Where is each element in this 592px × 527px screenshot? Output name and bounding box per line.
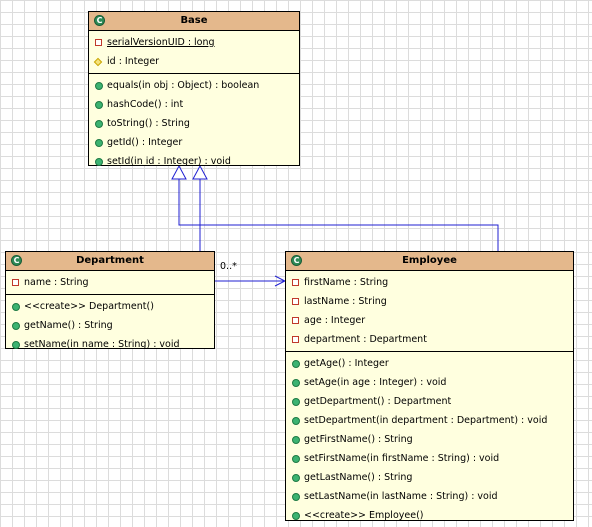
association-multiplicity: 0..* — [220, 261, 237, 272]
class-department[interactable]: C Department name : String <<create>> De… — [5, 251, 215, 350]
public-visibility-icon — [95, 120, 103, 128]
attribute-department[interactable]: department : Department — [286, 330, 573, 349]
operation-setfirstname[interactable]: setFirstName(in firstName : String) : vo… — [286, 449, 573, 468]
public-visibility-icon — [12, 341, 20, 349]
operation-getname[interactable]: getName() : String — [6, 316, 214, 335]
generalization-employee-base — [178, 178, 499, 251]
operation-setage[interactable]: setAge(in age : Integer) : void — [286, 373, 573, 392]
private-visibility-icon — [292, 298, 299, 305]
attribute-serialversionuid[interactable]: serialVersionUID : long — [89, 33, 299, 52]
class-header-department: C Department — [6, 252, 214, 271]
private-visibility-icon — [292, 279, 299, 286]
public-visibility-icon — [12, 303, 20, 311]
attribute-name[interactable]: name : String — [6, 273, 214, 292]
attribute-lastname[interactable]: lastName : String — [286, 292, 573, 311]
private-visibility-icon — [292, 317, 299, 324]
public-visibility-icon — [95, 101, 103, 109]
public-visibility-icon — [12, 322, 20, 330]
public-visibility-icon — [292, 436, 300, 444]
operation-hashcode[interactable]: hashCode() : int — [89, 95, 299, 114]
public-visibility-icon — [292, 360, 300, 368]
public-visibility-icon — [95, 82, 103, 90]
operation-setid[interactable]: setId(in id : Integer) : void — [89, 152, 299, 171]
operation-getdepartment[interactable]: getDepartment() : Department — [286, 392, 573, 411]
public-visibility-icon — [292, 512, 300, 520]
public-visibility-icon — [292, 398, 300, 406]
private-visibility-icon — [292, 336, 299, 343]
operation-create-employee[interactable]: <<create>> Employee() — [286, 506, 573, 525]
attribute-age[interactable]: age : Integer — [286, 311, 573, 330]
protected-visibility-icon — [93, 57, 103, 67]
operation-equals[interactable]: equals(in obj : Object) : boolean — [89, 76, 299, 95]
public-visibility-icon — [95, 139, 103, 147]
class-icon: C — [94, 15, 105, 26]
class-icon: C — [291, 255, 302, 266]
class-name: Base — [180, 15, 208, 26]
attribute-firstname[interactable]: firstName : String — [286, 273, 573, 292]
operations-section: <<create>> Department() getName() : Stri… — [6, 295, 214, 356]
attribute-id[interactable]: id : Integer — [89, 52, 299, 71]
class-employee[interactable]: C Employee firstName : String lastName :… — [285, 251, 574, 521]
attributes-section: firstName : String lastName : String age… — [286, 271, 573, 352]
operation-setlastname[interactable]: setLastName(in lastName : String) : void — [286, 487, 573, 506]
class-header-employee: C Employee — [286, 252, 573, 271]
public-visibility-icon — [292, 474, 300, 482]
operation-setname[interactable]: setName(in name : String) : void — [6, 335, 214, 354]
public-visibility-icon — [95, 158, 103, 166]
class-name: Employee — [402, 255, 457, 266]
attributes-section: serialVersionUID : long id : Integer — [89, 31, 299, 74]
class-base[interactable]: C Base serialVersionUID : long id : Inte… — [88, 11, 300, 167]
class-name: Department — [76, 255, 144, 266]
public-visibility-icon — [292, 493, 300, 501]
operation-getid[interactable]: getId() : Integer — [89, 133, 299, 152]
class-header-base: C Base — [89, 12, 299, 31]
private-visibility-icon — [12, 279, 19, 286]
operations-section: getAge() : Integer setAge(in age : Integ… — [286, 352, 573, 527]
private-visibility-icon — [95, 39, 102, 46]
operation-create-department[interactable]: <<create>> Department() — [6, 297, 214, 316]
operation-setdepartment[interactable]: setDepartment(in department : Department… — [286, 411, 573, 430]
public-visibility-icon — [292, 455, 300, 463]
public-visibility-icon — [292, 379, 300, 387]
attributes-section: name : String — [6, 271, 214, 295]
operation-getage[interactable]: getAge() : Integer — [286, 354, 573, 373]
operations-section: equals(in obj : Object) : boolean hashCo… — [89, 74, 299, 173]
operation-getfirstname[interactable]: getFirstName() : String — [286, 430, 573, 449]
operation-getlastname[interactable]: getLastName() : String — [286, 468, 573, 487]
operation-tostring[interactable]: toString() : String — [89, 114, 299, 133]
class-icon: C — [11, 255, 22, 266]
public-visibility-icon — [292, 417, 300, 425]
